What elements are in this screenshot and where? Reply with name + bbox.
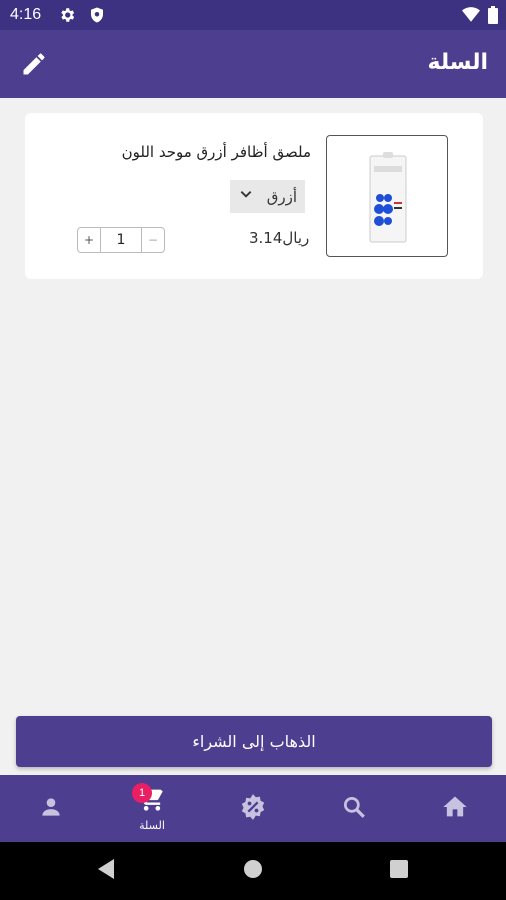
settings-icon [58,6,76,28]
page-title: السلة [427,50,488,75]
system-nav-bar [0,842,506,900]
decrease-button[interactable]: − [142,228,164,252]
nav-search[interactable] [319,775,389,842]
back-triangle-icon [96,858,116,884]
app-bar: السلة [0,30,506,98]
variant-dropdown[interactable]: أزرق [230,180,305,213]
cart-item-card[interactable]: ملصق أظافر أزرق موحد اللون أزرق 3.14ريال… [25,113,483,279]
nav-cart-label: السلة [139,819,165,832]
product-price: 3.14ريال [249,229,310,247]
increase-button[interactable]: + [78,228,100,252]
home-system-button[interactable] [223,842,283,900]
recents-square-icon [389,859,409,883]
status-time: 4:16 [10,6,42,23]
home-circle-icon [242,858,264,884]
recents-button[interactable] [369,842,429,900]
home-icon [441,793,469,825]
cart-count-badge: 1 [132,783,152,803]
chevron-down-icon [238,187,254,207]
status-bar: 4:16 [0,0,506,30]
nav-offers[interactable] [218,775,288,842]
wifi-icon [462,7,480,27]
quantity-stepper: + 1 − [77,227,165,253]
product-name: ملصق أظافر أزرق موحد اللون [121,143,311,161]
back-button[interactable] [76,842,136,900]
search-icon [341,794,367,824]
battery-icon [488,6,498,28]
edit-button[interactable] [20,50,50,80]
shield-icon [88,6,106,28]
quantity-value[interactable]: 1 [100,228,142,252]
pencil-icon [20,53,48,82]
nav-profile[interactable] [16,775,86,842]
variant-label: أزرق [266,187,297,206]
person-icon [38,794,64,824]
product-thumbnail[interactable] [326,135,448,257]
bottom-nav: السلة 1 [0,775,506,842]
checkout-button[interactable]: الذهاب إلى الشراء [16,716,492,767]
nav-home[interactable] [420,775,490,842]
product-image-icon [369,152,407,243]
nav-cart[interactable]: السلة 1 [117,775,187,842]
discount-badge-icon [239,793,267,825]
